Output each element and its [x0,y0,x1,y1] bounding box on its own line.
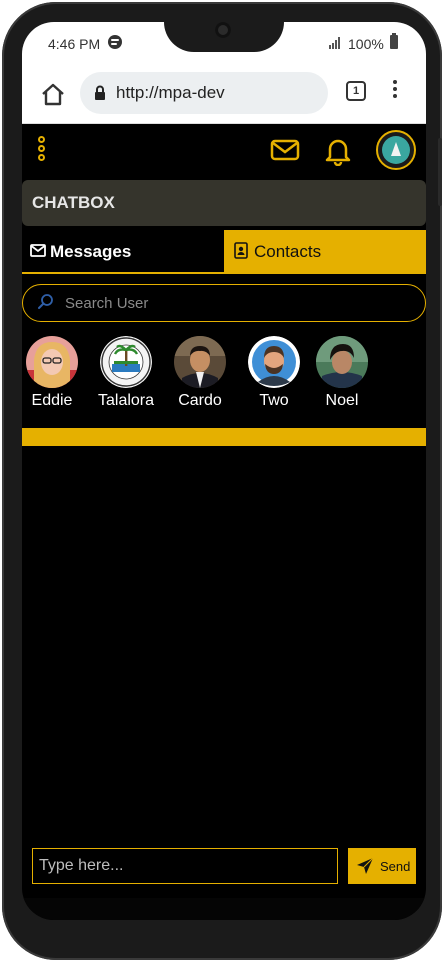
signal-icon [329,37,343,49]
send-icon [357,857,374,874]
battery-icon [390,33,398,49]
contacts-list: Eddie Talalora Cardo Two Noel [22,334,426,416]
tab-messages-label: Messages [50,242,132,261]
status-time: 4:46 PM [48,36,101,52]
menu-icon[interactable] [36,136,46,164]
contact-name: Eddie [31,392,73,409]
message-input[interactable] [32,848,338,884]
home-icon[interactable] [40,82,66,108]
tab-contacts[interactable]: Contacts [224,230,426,274]
bottom-edge [22,898,426,920]
contact-card-icon [234,242,248,259]
app-header [22,124,426,180]
chat-tabs: Messages Contacts [22,230,426,274]
contact-avatar [174,336,226,388]
contact-item[interactable]: Cardo [170,334,242,416]
contact-name: Two [259,392,289,409]
contact-name: Noel [325,392,359,409]
address-bar[interactable]: http://mpa-dev [80,72,328,114]
camera-icon [215,22,231,38]
send-button[interactable]: Send [348,848,416,884]
chatbox-header: CHATBOX [22,180,426,226]
message-composer: Send [22,846,426,886]
url-text: http://mpa-dev [116,83,225,102]
browser-toolbar: http://mpa-dev 1 [22,68,426,124]
side-button [438,138,442,206]
spotify-icon [108,35,122,49]
send-label: Send [380,859,411,874]
contact-avatar [100,336,152,388]
envelope-icon [30,244,46,257]
tab-switcher-button[interactable]: 1 [346,81,366,101]
contact-item[interactable]: Two [244,334,316,416]
search-icon [38,294,53,309]
profile-avatar[interactable] [376,130,416,170]
contact-item[interactable]: Talalora [96,334,168,416]
contact-avatar [26,336,78,388]
contact-item[interactable]: Eddie [22,334,94,416]
contact-item[interactable]: Noel [312,334,384,416]
chatbox-title: CHATBOX [32,193,115,212]
lock-icon [95,85,105,100]
bell-icon[interactable] [324,136,352,166]
contact-avatar [316,336,368,388]
battery-percentage: 100% [348,36,384,52]
search-input[interactable] [65,291,405,315]
tab-messages[interactable]: Messages [22,230,224,274]
contact-name: Cardo [178,392,222,409]
phone-frame: 4:46 PM 100% http://mpa-dev 1 CHATBOX Me… [2,2,442,960]
tab-contacts-label: Contacts [254,242,322,261]
phone-screen: 4:46 PM 100% http://mpa-dev 1 CHATBOX Me… [22,22,426,920]
contact-name: Talalora [97,392,155,409]
contact-avatar [248,336,300,388]
section-divider [22,428,426,446]
mail-icon[interactable] [270,138,300,162]
search-bar [22,284,426,322]
status-bar: 4:46 PM 100% [22,22,426,68]
browser-menu-icon[interactable] [392,80,398,104]
